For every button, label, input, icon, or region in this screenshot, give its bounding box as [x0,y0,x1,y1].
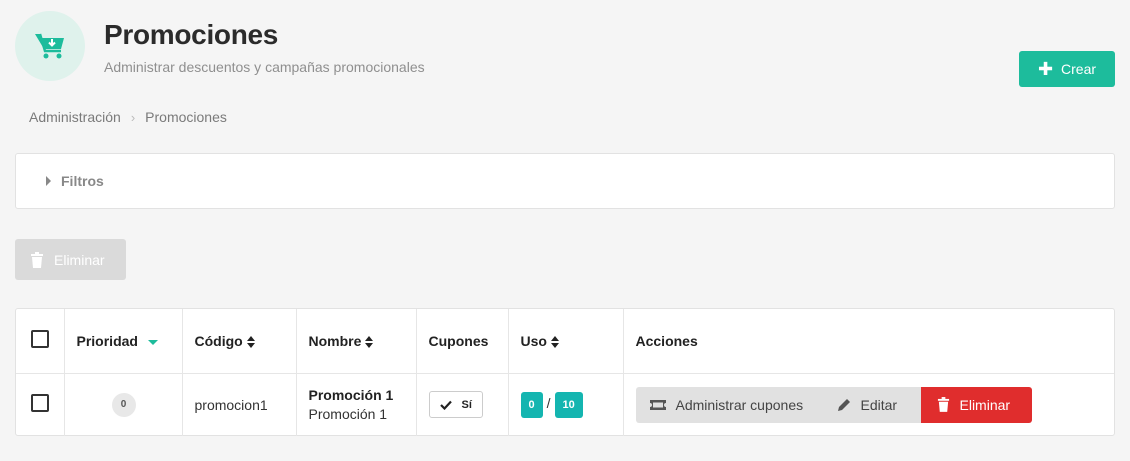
trash-icon [937,397,949,413]
breadcrumb-item-administracion[interactable]: Administración [29,109,121,125]
plus-icon: ✚ [1037,59,1054,79]
column-header-prioridad[interactable]: Prioridad [64,309,183,373]
table-header-row: Prioridad Código Nombre Cupones Uso Acci… [16,309,1114,373]
column-header-cupones: Cupones [416,309,509,373]
column-header-acciones: Acciones [635,332,698,349]
coupons-status-badge: Sí [428,391,483,419]
column-header-uso[interactable]: Uso [508,309,624,373]
code-cell: promocion1 [182,373,297,436]
usage-used-badge: 0 [520,391,543,418]
delete-button[interactable]: Eliminar [920,386,1032,423]
bulk-delete-label: Eliminar [54,251,105,268]
row-checkbox[interactable] [31,394,49,413]
promotions-table: Prioridad Código Nombre Cupones Uso Acci… [15,308,1115,436]
column-header-codigo[interactable]: Código [182,309,297,373]
promotion-name-sub: Promoción 1 [308,406,388,423]
trash-icon [31,251,43,268]
column-header-nombre[interactable]: Nombre [296,309,417,373]
chevron-right-icon: › [130,109,136,125]
bulk-delete-button[interactable]: Eliminar [15,239,126,280]
caret-right-icon [46,176,51,186]
sort-desc-icon [147,339,158,345]
breadcrumb: Administración › Promociones [29,109,227,125]
sort-icon [550,336,559,349]
breadcrumb-item-promociones: Promociones [145,109,227,125]
promotion-name: Promoción 1 [308,387,394,404]
priority-badge: 0 [111,392,136,417]
filters-panel[interactable]: Filtros [15,153,1115,209]
name-cell: Promoción 1 Promoción 1 [296,373,417,436]
edit-button[interactable]: Editar [820,386,921,423]
ticket-icon [649,399,666,410]
pencil-icon [837,398,850,411]
table-row: 0 promocion1 Promoción 1 Promoción 1 Sí … [16,373,1114,436]
page-subtitle: Administrar descuentos y campañas promoc… [104,59,425,75]
page-title: Promociones [104,19,279,50]
select-all-checkbox[interactable] [31,330,49,349]
cart-download-icon [35,33,64,59]
manage-coupons-button[interactable]: Administrar cupones [635,386,821,423]
sort-icon [246,336,255,349]
sort-icon [365,336,374,349]
usage-limit-badge: 10 [554,391,583,418]
create-button[interactable]: ✚ Crear [1019,51,1115,87]
row-actions: Administrar cupones Editar Eliminar [635,386,1115,423]
usage-separator: / [546,394,551,411]
header-icon-circle [15,11,85,81]
check-icon [439,400,452,410]
create-button-label: Crear [1061,61,1097,77]
filters-label: Filtros [61,173,104,189]
